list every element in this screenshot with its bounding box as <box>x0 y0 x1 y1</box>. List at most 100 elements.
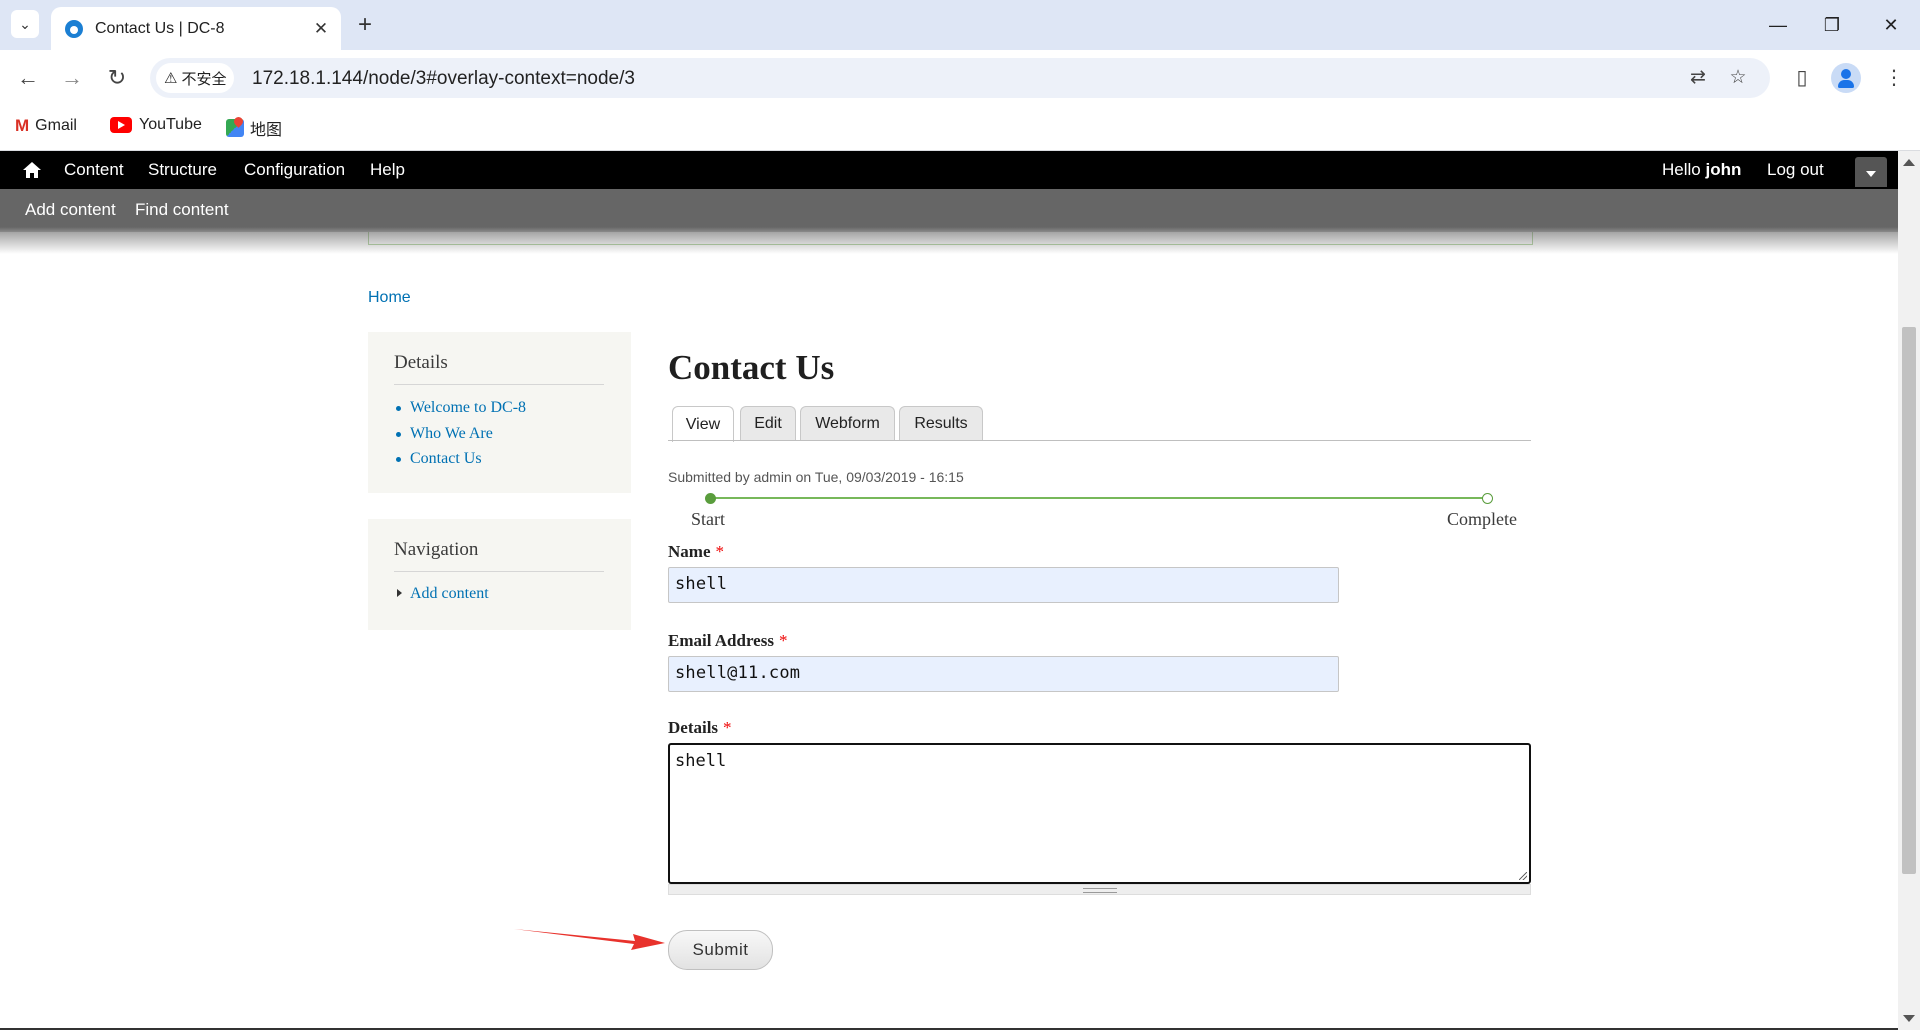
browser-tabstrip: ⌄ Contact Us | DC-8 ✕ + — ❐ ✕ <box>0 0 1920 50</box>
scroll-down-icon[interactable] <box>1903 1015 1915 1022</box>
progress-end-dot <box>1482 493 1493 504</box>
close-window-icon[interactable]: ✕ <box>1868 8 1914 42</box>
wizard-progress-bar <box>710 497 1487 499</box>
breadcrumb-home[interactable]: Home <box>368 289 411 307</box>
bookmark-label: YouTube <box>139 116 202 133</box>
home-icon[interactable] <box>22 161 42 179</box>
admin-menu-content[interactable]: Content <box>64 160 124 180</box>
shortcut-add-content[interactable]: Add content <box>25 200 116 220</box>
forward-icon[interactable]: → <box>55 61 89 95</box>
sidebar-link-label: Welcome to DC-8 <box>410 399 527 416</box>
progress-end-label: Complete <box>1447 509 1517 529</box>
admin-menu-help[interactable]: Help <box>370 160 405 180</box>
restore-icon[interactable]: ❐ <box>1809 8 1855 42</box>
submitted-info: Submitted by admin on Tue, 09/03/2019 - … <box>668 469 964 485</box>
browser-tab[interactable]: Contact Us | DC-8 ✕ <box>51 7 341 50</box>
bookmark-gmail[interactable]: M Gmail <box>15 116 77 136</box>
sidebar-item-add-content[interactable]: Add content <box>394 581 489 607</box>
resize-handle-icon[interactable] <box>1519 872 1527 880</box>
sidebar-item-welcome[interactable]: Welcome to DC-8 <box>394 395 526 421</box>
bookmark-label: 地图 <box>250 122 283 139</box>
tab-view[interactable]: View <box>672 406 734 442</box>
side-panel-icon[interactable]: ▯ <box>1785 61 1819 95</box>
details-label: Details * <box>668 718 732 738</box>
tab-close-icon[interactable]: ✕ <box>309 17 333 41</box>
security-chip[interactable]: ⚠ 不安全 <box>156 63 235 93</box>
profile-avatar-icon[interactable] <box>1831 63 1861 93</box>
tabs-divider <box>668 440 1531 441</box>
tab-title: Contact Us | DC-8 <box>95 19 225 37</box>
tab-webform[interactable]: Webform <box>800 406 895 441</box>
scroll-up-icon[interactable] <box>1903 159 1915 166</box>
reload-icon[interactable]: ↻ <box>100 61 134 95</box>
browser-toolbar: ← → ↻ ⚠ 不安全 172.18.1.144/node/3#overlay-… <box>0 50 1920 106</box>
bullet-icon <box>396 406 401 411</box>
warning-icon: ⚠ <box>164 70 178 87</box>
email-label-text: Email Address <box>668 631 774 650</box>
shortcut-bar: Add content Find content <box>0 189 1898 232</box>
bookmark-maps[interactable]: 地图 <box>226 116 282 140</box>
sidebar-details-list: Welcome to DC-8 Who We Are Contact Us <box>394 395 526 472</box>
translate-icon[interactable]: ⇄ <box>1684 64 1712 92</box>
email-label: Email Address * <box>668 631 787 651</box>
new-tab-icon[interactable]: + <box>352 12 378 38</box>
sidebar-navigation-block: Navigation Add content <box>368 519 631 630</box>
logout-link[interactable]: Log out <box>1767 160 1824 180</box>
gmail-icon: M <box>15 116 30 135</box>
sidebar-link-label: Contact Us <box>410 450 482 468</box>
shortcuts-toggle-icon[interactable] <box>1855 157 1887 187</box>
youtube-icon <box>110 117 132 133</box>
admin-toolbar: Content Structure Configuration Help Hel… <box>0 151 1898 189</box>
required-marker: * <box>715 542 724 561</box>
minimize-icon[interactable]: — <box>1755 8 1801 42</box>
user-greeting[interactable]: Hello john <box>1662 160 1741 180</box>
page-title: Contact Us <box>668 348 835 387</box>
sidebar-details-block: Details Welcome to DC-8 Who We Are Conta… <box>368 332 631 493</box>
sidebar-navigation-title: Navigation <box>394 539 604 572</box>
address-bar[interactable]: ⚠ 不安全 172.18.1.144/node/3#overlay-contex… <box>150 58 1770 98</box>
sidebar-link-label: Who We Are <box>410 424 493 442</box>
back-icon[interactable]: ← <box>11 61 45 95</box>
admin-menu-configuration[interactable]: Configuration <box>244 160 345 180</box>
details-textarea[interactable]: shell <box>668 743 1531 884</box>
sidebar-item-who-we-are[interactable]: Who We Are <box>394 421 526 447</box>
details-text: shell <box>675 751 727 771</box>
tab-search-icon[interactable]: ⌄ <box>11 10 39 38</box>
page-scrollbar[interactable] <box>1898 151 1920 1030</box>
details-label-text: Details <box>668 718 719 737</box>
tab-results[interactable]: Results <box>899 406 983 441</box>
sidebar-link-label: Add content <box>410 585 489 602</box>
name-input[interactable]: shell <box>668 567 1339 603</box>
scroll-thumb[interactable] <box>1902 327 1916 874</box>
name-label: Name * <box>668 542 724 562</box>
greeting-text: Hello <box>1662 160 1706 179</box>
email-input[interactable]: shell@11.com <box>668 656 1339 692</box>
sidebar-item-contact-us[interactable]: Contact Us <box>394 446 526 472</box>
admin-menu-structure[interactable]: Structure <box>148 160 217 180</box>
bullet-icon <box>396 431 401 437</box>
bookmark-star-icon[interactable]: ☆ <box>1724 64 1752 92</box>
progress-start-label: Start <box>691 509 725 529</box>
required-marker: * <box>723 718 732 737</box>
name-label-text: Name <box>668 542 711 561</box>
sidebar-details-title: Details <box>394 352 604 385</box>
bookmark-label: Gmail <box>35 117 77 134</box>
drupal-favicon-icon <box>65 19 83 38</box>
bullet-icon <box>396 457 401 463</box>
maps-icon <box>226 119 244 137</box>
submit-button[interactable]: Submit <box>668 930 773 970</box>
username: john <box>1705 160 1742 179</box>
annotation-arrow-icon <box>514 929 665 950</box>
required-marker: * <box>778 631 788 650</box>
sidebar-navigation-list: Add content <box>394 581 489 607</box>
caret-right-icon <box>397 589 402 597</box>
bookmark-youtube[interactable]: YouTube <box>110 116 202 134</box>
toolbar-shadow <box>0 232 1898 254</box>
textarea-grippie[interactable] <box>668 884 1531 895</box>
bookmarks-bar: M Gmail YouTube 地图 <box>0 106 1920 151</box>
security-label: 不安全 <box>181 70 227 88</box>
shortcut-find-content[interactable]: Find content <box>135 200 229 220</box>
tab-edit[interactable]: Edit <box>740 406 796 441</box>
url-text[interactable]: 172.18.1.144/node/3#overlay-context=node… <box>252 68 635 90</box>
menu-kebab-icon[interactable]: ⋮ <box>1877 61 1911 95</box>
